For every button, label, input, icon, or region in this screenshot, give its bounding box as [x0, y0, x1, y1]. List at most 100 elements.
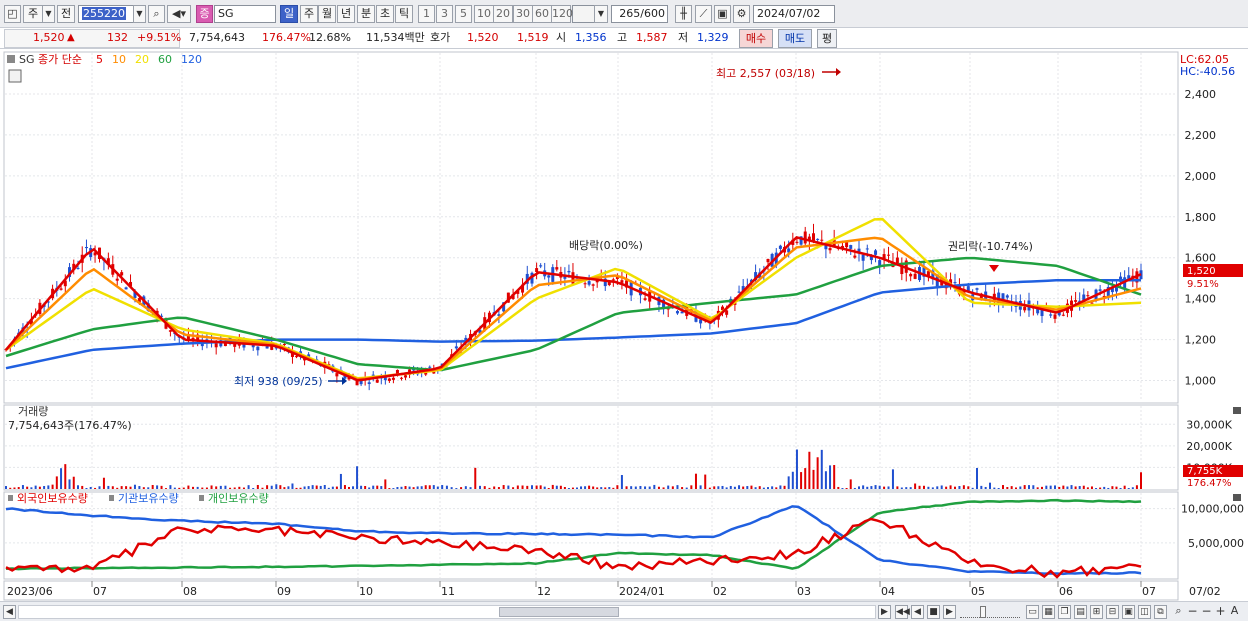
period-selector[interactable]: 주 [23, 5, 43, 23]
x-axis-label: 07 [1142, 585, 1156, 598]
scroll-track[interactable] [18, 605, 876, 619]
layout-small-icon[interactable]: ◫ [1138, 605, 1151, 619]
save-icon[interactable]: ▣ [714, 5, 731, 23]
volume-bar [878, 485, 881, 489]
candle-type-icon[interactable]: ╫ [675, 5, 692, 23]
settings-small-icon[interactable]: ▣ [1122, 605, 1135, 619]
chevron-down-icon[interactable]: ▼ [133, 5, 146, 23]
date-field[interactable]: 2024/07/02 [753, 5, 835, 23]
volume-bar [295, 487, 298, 489]
layout-icon[interactable]: ◰ [4, 5, 21, 23]
volume-bar [372, 485, 375, 489]
stock-chart[interactable]: 2,400 2,200 2,000 1,800 1,600 1,400 1,200 1,000… [0, 49, 1248, 601]
volume-bar [17, 487, 20, 489]
sell-button[interactable]: 매도 [778, 29, 812, 48]
panel-remove-icon[interactable]: ⊟ [1106, 605, 1119, 619]
price-ytick: 1,000 [1185, 375, 1217, 388]
interval-button-1[interactable]: 1 [418, 5, 435, 23]
interval-button-20[interactable]: 20 [493, 5, 513, 23]
skip-back-icon[interactable]: ◀◀ [895, 605, 910, 619]
period-tab-0[interactable]: 일 [280, 5, 298, 23]
open-label: 시 [556, 31, 567, 44]
interval-button-120[interactable]: 120 [551, 5, 573, 23]
panel-add-icon[interactable]: ⊞ [1090, 605, 1103, 619]
candle-body [555, 267, 559, 270]
interval-button-3[interactable]: 3 [436, 5, 453, 23]
window-tile-icon[interactable]: ▭ [1026, 605, 1039, 619]
period-tab-4[interactable]: 분 [357, 5, 375, 23]
chevron-down-icon[interactable]: ▼ [42, 5, 55, 23]
drawing-tool-icon[interactable]: ⟋ [695, 5, 712, 23]
scroll-left-icon[interactable]: ◀ [3, 605, 16, 619]
volume-bar [1062, 485, 1065, 489]
volume-bar [567, 488, 570, 489]
candle-body [59, 288, 63, 290]
zoom-slider-thumb[interactable] [980, 606, 986, 618]
grid-view-icon[interactable]: ▦ [1042, 605, 1055, 619]
zoom-slider[interactable] [960, 606, 1020, 618]
volume-bar [1082, 485, 1085, 489]
volume-bar [283, 487, 286, 489]
x-axis-label: 06 [1059, 585, 1073, 598]
volume-panel-close-icon[interactable] [1233, 407, 1241, 414]
volume-bar [376, 485, 379, 489]
volume-bar [1086, 487, 1089, 489]
candle-body [874, 250, 878, 255]
volume-bar [543, 486, 546, 489]
search-icon[interactable]: ⌕ [148, 5, 165, 23]
play-icon[interactable]: ▶ [943, 605, 956, 619]
volume-bar [160, 485, 163, 489]
candle-body [404, 375, 408, 378]
print-icon[interactable]: ▤ [1074, 605, 1087, 619]
volume-bar [812, 469, 815, 489]
volume-bar [432, 485, 435, 489]
restore-icon[interactable]: ⧉ [1154, 605, 1167, 619]
bar-count-field[interactable]: 265/600 [611, 5, 668, 23]
gear-icon[interactable]: ⚙ [733, 5, 750, 23]
volume-bar [151, 485, 154, 489]
volume-bar [976, 467, 978, 489]
zoom-search-icon[interactable]: ⌕ [1172, 605, 1185, 619]
calculator-icon[interactable] [8, 69, 22, 83]
volume-bar [72, 476, 75, 489]
period-tab-3[interactable]: 년 [337, 5, 355, 23]
high-price: 1,587 [636, 31, 668, 44]
bottom-scrollbar[interactable]: ◀ ▶ ◀◀ ◀ ■ ▶ ▭ ▦ ❐ ▤ ⊞ ⊟ ▣ ◫ ⧉ ⌕ − − + A [0, 601, 1248, 621]
period-tab-5[interactable]: 초 [376, 5, 394, 23]
volume-bar [551, 484, 554, 489]
period-tab-2[interactable]: 월 [318, 5, 336, 23]
period-tab-6[interactable]: 틱 [395, 5, 413, 23]
chevron-down-icon[interactable]: ▼ [594, 5, 608, 23]
interval-button-60[interactable]: 60 [532, 5, 552, 23]
zoom-in-icon[interactable]: + [1214, 605, 1227, 619]
candle-body [820, 239, 824, 241]
zoom-out-icon[interactable]: − [1186, 605, 1199, 619]
volume-bar [800, 472, 803, 489]
play-back-icon[interactable]: ◀ [911, 605, 924, 619]
holdings-panel-close-icon[interactable] [1233, 494, 1241, 501]
copy-icon[interactable]: ❐ [1058, 605, 1071, 619]
volume-bar [1049, 485, 1052, 489]
scroll-right-icon[interactable]: ▶ [878, 605, 891, 619]
candle-body [828, 248, 832, 251]
scroll-thumb[interactable] [499, 607, 619, 617]
eval-button[interactable]: 평 [817, 29, 837, 48]
stop-icon[interactable]: ■ [927, 605, 940, 619]
stock-code-input[interactable]: 255220 [78, 5, 134, 23]
volume-bar [380, 486, 383, 489]
interval-button-30[interactable]: 30 [513, 5, 533, 23]
zoom-minus-icon[interactable]: − [1200, 605, 1213, 619]
speaker-icon[interactable]: ◀▾ [167, 5, 191, 23]
buy-button[interactable]: 매수 [739, 29, 773, 48]
stock-name-field[interactable]: SG [214, 5, 276, 23]
volume-bar [68, 479, 71, 489]
period-tab-1[interactable]: 주 [300, 5, 318, 23]
font-size-icon[interactable]: A [1228, 605, 1241, 619]
legend-handle-icon[interactable] [7, 55, 15, 63]
volume-last-pct: 176.47% [1187, 478, 1232, 489]
volume-bar [497, 487, 500, 489]
volume-bar [1019, 486, 1022, 489]
interval-button-10[interactable]: 10 [474, 5, 494, 23]
interval-button-5[interactable]: 5 [455, 5, 472, 23]
prev-button[interactable]: 전 [57, 5, 75, 23]
